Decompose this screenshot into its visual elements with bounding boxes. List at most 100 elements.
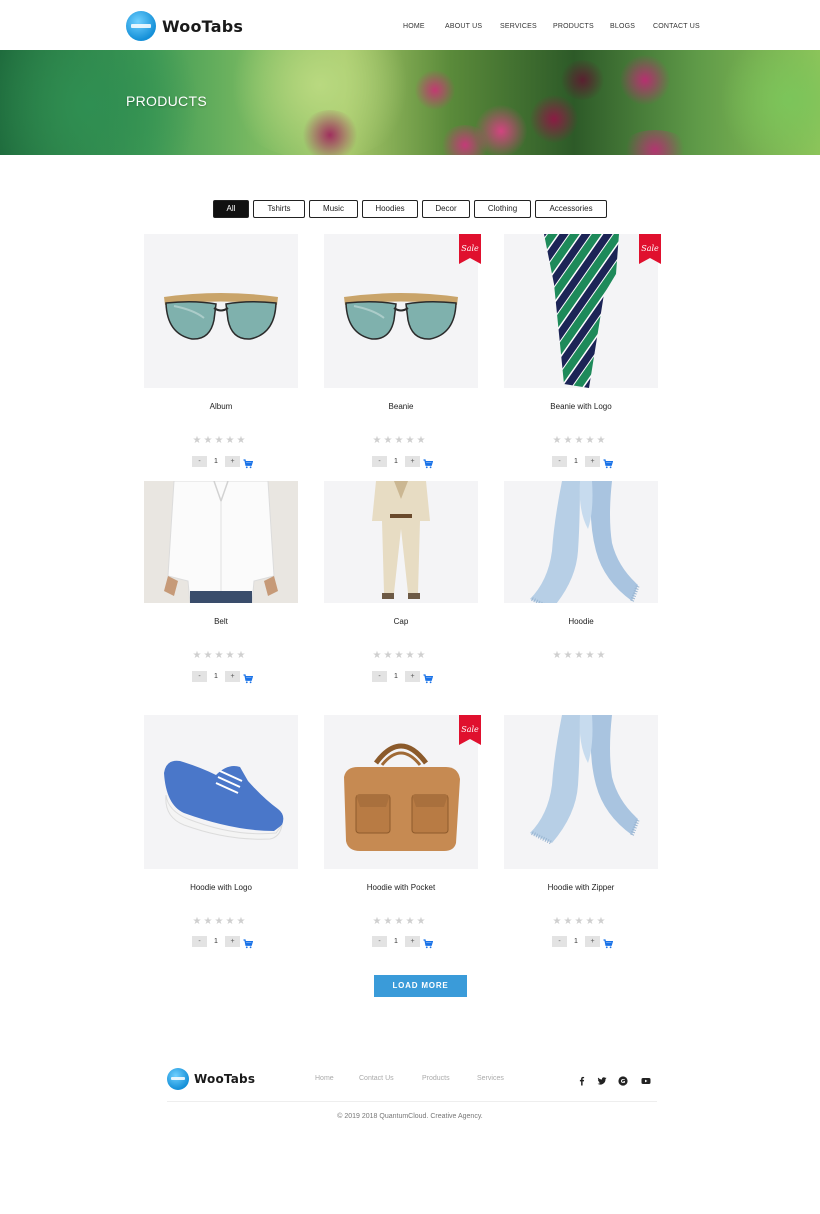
nav-products[interactable]: PRODUCTS [553, 23, 594, 30]
filter-accessories[interactable]: Accessories [535, 200, 607, 218]
quantity-value[interactable]: 1 [388, 936, 404, 947]
quantity-value[interactable]: 1 [568, 456, 584, 467]
quantity-value[interactable]: 1 [208, 671, 224, 682]
increase-button[interactable]: + [225, 936, 240, 947]
category-filters: All Tshirts Music Hoodies Decor Clothing… [0, 200, 820, 218]
increase-button[interactable]: + [225, 456, 240, 467]
cart-icon[interactable] [603, 936, 614, 949]
product-name[interactable]: Hoodie with Pocket [324, 883, 478, 892]
nav-about[interactable]: ABOUT US [445, 23, 482, 30]
cart-icon[interactable] [423, 456, 434, 469]
rating-stars: ★ ★ ★ ★ ★ [372, 651, 432, 661]
increase-button[interactable]: + [405, 456, 420, 467]
product-image[interactable] [324, 715, 478, 869]
rating-stars: ★ ★ ★ ★ ★ [192, 436, 252, 446]
cart-icon[interactable] [423, 671, 434, 684]
quantity-value[interactable]: 1 [388, 671, 404, 682]
quantity-stepper: - 1 + [372, 456, 436, 469]
product-name[interactable]: Hoodie with Logo [144, 883, 298, 892]
star-icon: ★ [416, 916, 426, 927]
product-image[interactable] [324, 234, 478, 388]
star-icon: ★ [383, 916, 393, 927]
product-image[interactable] [144, 715, 298, 869]
filter-tshirts[interactable]: Tshirts [253, 200, 305, 218]
product-name[interactable]: Belt [144, 617, 298, 626]
quantity-stepper: - 1 + [192, 936, 256, 949]
decrease-button[interactable]: - [372, 936, 387, 947]
decrease-button[interactable]: - [552, 936, 567, 947]
nav-contact[interactable]: CONTACT US [653, 23, 700, 30]
star-icon: ★ [236, 916, 246, 927]
nav-blogs[interactable]: BLOGS [610, 23, 635, 30]
star-icon: ★ [405, 916, 415, 927]
footer-link-products[interactable]: Products [422, 1075, 450, 1082]
star-icon: ★ [236, 435, 246, 446]
footer-link-services[interactable]: Services [477, 1075, 504, 1082]
footer-brand-name: WooTabs [194, 1072, 256, 1086]
quantity-stepper: - 1 + [372, 671, 436, 684]
product-image[interactable] [504, 715, 658, 869]
product-name[interactable]: Cap [324, 617, 478, 626]
filter-clothing[interactable]: Clothing [474, 200, 531, 218]
quantity-stepper: - 1 + [192, 456, 256, 469]
decrease-button[interactable]: - [552, 456, 567, 467]
product-name[interactable]: Album [144, 402, 298, 411]
star-icon: ★ [394, 650, 404, 661]
sale-badge: Sale [459, 234, 481, 264]
star-icon: ★ [585, 650, 595, 661]
product-image[interactable] [144, 481, 298, 603]
footer-logo[interactable]: WooTabs [167, 1068, 255, 1090]
product-image[interactable] [504, 481, 658, 603]
load-more-button[interactable]: LOAD MORE [374, 975, 467, 997]
rating-stars: ★ ★ ★ ★ ★ [552, 436, 612, 446]
decrease-button[interactable]: - [372, 456, 387, 467]
google-plus-icon[interactable]: G [618, 1073, 628, 1086]
product-image[interactable] [504, 234, 658, 388]
product-name[interactable]: Hoodie with Zipper [504, 883, 658, 892]
sale-badge: Sale [639, 234, 661, 264]
footer-link-contact[interactable]: Contact Us [359, 1075, 394, 1082]
facebook-icon[interactable] [577, 1073, 587, 1086]
decrease-button[interactable]: - [192, 671, 207, 682]
decrease-button[interactable]: - [192, 456, 207, 467]
quantity-value[interactable]: 1 [388, 456, 404, 467]
star-icon: ★ [192, 650, 202, 661]
star-icon: ★ [394, 916, 404, 927]
star-icon: ★ [203, 650, 213, 661]
quantity-value[interactable]: 1 [208, 936, 224, 947]
cart-icon[interactable] [243, 936, 254, 949]
twitter-icon[interactable] [597, 1073, 607, 1085]
cart-icon[interactable] [603, 456, 614, 469]
youtube-icon[interactable] [641, 1073, 651, 1084]
increase-button[interactable]: + [225, 671, 240, 682]
nav-services[interactable]: SERVICES [500, 23, 537, 30]
quantity-stepper: - 1 + [192, 671, 256, 684]
filter-all[interactable]: All [213, 200, 249, 218]
decrease-button[interactable]: - [192, 936, 207, 947]
increase-button[interactable]: + [405, 936, 420, 947]
footer-link-home[interactable]: Home [315, 1075, 334, 1082]
filter-decor[interactable]: Decor [422, 200, 470, 218]
filter-hoodies[interactable]: Hoodies [362, 200, 418, 218]
increase-button[interactable]: + [405, 671, 420, 682]
product-image[interactable] [144, 234, 298, 388]
footer-divider [167, 1101, 657, 1102]
rating-stars: ★ ★ ★ ★ ★ [192, 917, 252, 927]
product-image[interactable] [324, 481, 478, 603]
cart-icon[interactable] [423, 936, 434, 949]
increase-button[interactable]: + [585, 456, 600, 467]
quantity-value[interactable]: 1 [208, 456, 224, 467]
cart-icon[interactable] [243, 456, 254, 469]
decrease-button[interactable]: - [372, 671, 387, 682]
cart-icon[interactable] [243, 671, 254, 684]
copyright-text: © 2019 2018 QuantumCloud. Creative Agenc… [337, 1113, 483, 1120]
quantity-value[interactable]: 1 [568, 936, 584, 947]
product-name[interactable]: Hoodie [504, 617, 658, 626]
product-name[interactable]: Beanie with Logo [504, 402, 658, 411]
increase-button[interactable]: + [585, 936, 600, 947]
nav-home[interactable]: HOME [403, 23, 425, 30]
product-name[interactable]: Beanie [324, 402, 478, 411]
filter-music[interactable]: Music [309, 200, 358, 218]
quantity-stepper: - 1 + [552, 936, 616, 949]
star-icon: ★ [372, 435, 382, 446]
